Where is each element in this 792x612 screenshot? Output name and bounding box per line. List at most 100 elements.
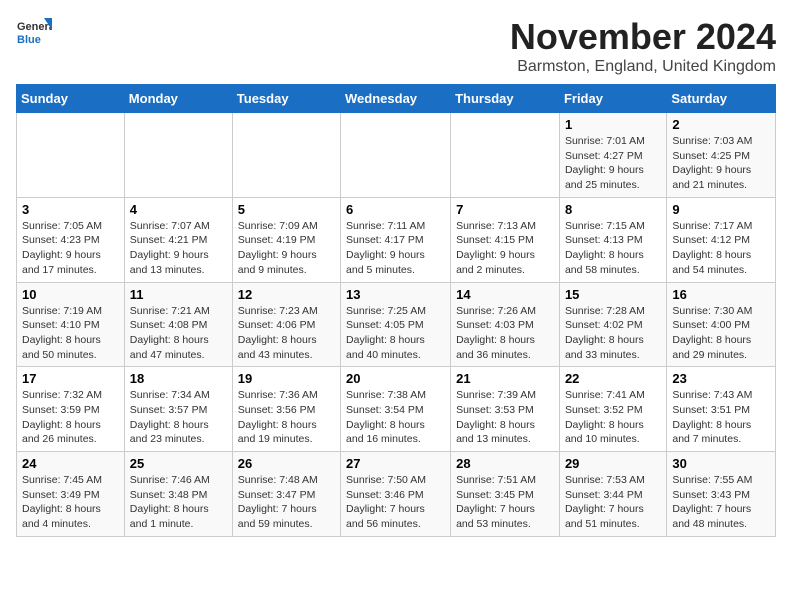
- day-cell: 29 Sunrise: 7:53 AM Sunset: 3:44 PM Dayli…: [559, 452, 666, 537]
- day-info: Sunrise: 7:48 AM Sunset: 3:47 PM Dayligh…: [238, 473, 335, 532]
- day-cell: [124, 113, 232, 198]
- day-number: 28: [456, 456, 554, 471]
- day-cell: 20 Sunrise: 7:38 AM Sunset: 3:54 PM Dayli…: [341, 367, 451, 452]
- day-number: 14: [456, 287, 554, 302]
- day-cell: [17, 113, 125, 198]
- day-info: Sunrise: 7:51 AM Sunset: 3:45 PM Dayligh…: [456, 473, 554, 532]
- day-cell: 7Sunrise: 7:13 AM Sunset: 4:15 PM Daylig…: [451, 197, 560, 282]
- day-info: Sunrise: 7:01 AM Sunset: 4:27 PM Dayligh…: [565, 134, 661, 193]
- day-cell: 15 Sunrise: 7:28 AM Sunset: 4:02 PM Dayli…: [559, 282, 666, 367]
- day-cell: 28 Sunrise: 7:51 AM Sunset: 3:45 PM Dayli…: [451, 452, 560, 537]
- day-cell: 23 Sunrise: 7:43 AM Sunset: 3:51 PM Dayli…: [667, 367, 776, 452]
- day-number: 6: [346, 202, 445, 217]
- day-cell: 14Sunrise: 7:26 AM Sunset: 4:03 PM Dayli…: [451, 282, 560, 367]
- day-number: 13: [346, 287, 445, 302]
- day-number: 25: [130, 456, 227, 471]
- day-cell: 22 Sunrise: 7:41 AM Sunset: 3:52 PM Dayli…: [559, 367, 666, 452]
- day-info: Sunrise: 7:50 AM Sunset: 3:46 PM Dayligh…: [346, 473, 445, 532]
- day-info: Sunrise: 7:41 AM Sunset: 3:52 PM Dayligh…: [565, 388, 661, 447]
- day-info: Sunrise: 7:23 AM Sunset: 4:06 PM Dayligh…: [238, 304, 335, 363]
- day-cell: 30Sunrise: 7:55 AM Sunset: 3:43 PM Dayli…: [667, 452, 776, 537]
- col-header-tuesday: Tuesday: [232, 85, 340, 113]
- day-cell: 9Sunrise: 7:17 AM Sunset: 4:12 PM Daylig…: [667, 197, 776, 282]
- day-info: Sunrise: 7:32 AM Sunset: 3:59 PM Dayligh…: [22, 388, 119, 447]
- day-number: 18: [130, 371, 227, 386]
- week-row-1: 1 Sunrise: 7:01 AM Sunset: 4:27 PM Daylig…: [17, 113, 776, 198]
- day-number: 8: [565, 202, 661, 217]
- day-cell: 1 Sunrise: 7:01 AM Sunset: 4:27 PM Daylig…: [559, 113, 666, 198]
- title-area: November 2024 Barmston, England, United …: [510, 16, 776, 76]
- week-row-4: 17Sunrise: 7:32 AM Sunset: 3:59 PM Dayli…: [17, 367, 776, 452]
- day-info: Sunrise: 7:15 AM Sunset: 4:13 PM Dayligh…: [565, 219, 661, 278]
- week-row-2: 3 Sunrise: 7:05 AM Sunset: 4:23 PM Daylig…: [17, 197, 776, 282]
- day-number: 20: [346, 371, 445, 386]
- logo: General Blue: [16, 16, 52, 52]
- day-number: 22: [565, 371, 661, 386]
- day-number: 5: [238, 202, 335, 217]
- day-info: Sunrise: 7:28 AM Sunset: 4:02 PM Dayligh…: [565, 304, 661, 363]
- day-number: 15: [565, 287, 661, 302]
- day-cell: 12 Sunrise: 7:23 AM Sunset: 4:06 PM Dayli…: [232, 282, 340, 367]
- day-cell: 18 Sunrise: 7:34 AM Sunset: 3:57 PM Dayli…: [124, 367, 232, 452]
- day-number: 4: [130, 202, 227, 217]
- day-info: Sunrise: 7:03 AM Sunset: 4:25 PM Dayligh…: [672, 134, 770, 193]
- day-number: 10: [22, 287, 119, 302]
- day-info: Sunrise: 7:21 AM Sunset: 4:08 PM Dayligh…: [130, 304, 227, 363]
- day-info: Sunrise: 7:36 AM Sunset: 3:56 PM Dayligh…: [238, 388, 335, 447]
- svg-text:General: General: [17, 21, 52, 33]
- day-cell: 17Sunrise: 7:32 AM Sunset: 3:59 PM Dayli…: [17, 367, 125, 452]
- day-info: Sunrise: 7:19 AM Sunset: 4:10 PM Dayligh…: [22, 304, 119, 363]
- day-info: Sunrise: 7:43 AM Sunset: 3:51 PM Dayligh…: [672, 388, 770, 447]
- calendar-table: SundayMondayTuesdayWednesdayThursdayFrid…: [16, 84, 776, 537]
- logo-svg: General Blue: [16, 16, 52, 52]
- header: General Blue November 2024 Barmston, Eng…: [16, 16, 776, 76]
- day-cell: [341, 113, 451, 198]
- week-row-3: 10 Sunrise: 7:19 AM Sunset: 4:10 PM Dayli…: [17, 282, 776, 367]
- day-cell: 8 Sunrise: 7:15 AM Sunset: 4:13 PM Daylig…: [559, 197, 666, 282]
- day-info: Sunrise: 7:55 AM Sunset: 3:43 PM Dayligh…: [672, 473, 770, 532]
- day-cell: 6Sunrise: 7:11 AM Sunset: 4:17 PM Daylig…: [341, 197, 451, 282]
- day-number: 19: [238, 371, 335, 386]
- day-cell: 13 Sunrise: 7:25 AM Sunset: 4:05 PM Dayli…: [341, 282, 451, 367]
- day-number: 12: [238, 287, 335, 302]
- day-cell: 2 Sunrise: 7:03 AM Sunset: 4:25 PM Daylig…: [667, 113, 776, 198]
- day-number: 27: [346, 456, 445, 471]
- day-info: Sunrise: 7:05 AM Sunset: 4:23 PM Dayligh…: [22, 219, 119, 278]
- col-header-monday: Monday: [124, 85, 232, 113]
- col-header-friday: Friday: [559, 85, 666, 113]
- day-cell: [232, 113, 340, 198]
- day-info: Sunrise: 7:46 AM Sunset: 3:48 PM Dayligh…: [130, 473, 227, 532]
- day-cell: 11 Sunrise: 7:21 AM Sunset: 4:08 PM Dayli…: [124, 282, 232, 367]
- col-header-sunday: Sunday: [17, 85, 125, 113]
- day-number: 23: [672, 371, 770, 386]
- day-cell: 5Sunrise: 7:09 AM Sunset: 4:19 PM Daylig…: [232, 197, 340, 282]
- day-cell: 27 Sunrise: 7:50 AM Sunset: 3:46 PM Dayli…: [341, 452, 451, 537]
- day-number: 29: [565, 456, 661, 471]
- location: Barmston, England, United Kingdom: [510, 58, 776, 76]
- day-info: Sunrise: 7:25 AM Sunset: 4:05 PM Dayligh…: [346, 304, 445, 363]
- month-title: November 2024: [510, 16, 776, 58]
- calendar-header-row: SundayMondayTuesdayWednesdayThursdayFrid…: [17, 85, 776, 113]
- day-number: 16: [672, 287, 770, 302]
- day-cell: [451, 113, 560, 198]
- day-number: 26: [238, 456, 335, 471]
- day-cell: 10 Sunrise: 7:19 AM Sunset: 4:10 PM Dayli…: [17, 282, 125, 367]
- day-info: Sunrise: 7:53 AM Sunset: 3:44 PM Dayligh…: [565, 473, 661, 532]
- day-info: Sunrise: 7:13 AM Sunset: 4:15 PM Dayligh…: [456, 219, 554, 278]
- day-cell: 3 Sunrise: 7:05 AM Sunset: 4:23 PM Daylig…: [17, 197, 125, 282]
- day-info: Sunrise: 7:38 AM Sunset: 3:54 PM Dayligh…: [346, 388, 445, 447]
- day-number: 3: [22, 202, 119, 217]
- col-header-wednesday: Wednesday: [341, 85, 451, 113]
- day-number: 21: [456, 371, 554, 386]
- day-info: Sunrise: 7:17 AM Sunset: 4:12 PM Dayligh…: [672, 219, 770, 278]
- day-cell: 4 Sunrise: 7:07 AM Sunset: 4:21 PM Daylig…: [124, 197, 232, 282]
- day-info: Sunrise: 7:45 AM Sunset: 3:49 PM Dayligh…: [22, 473, 119, 532]
- day-number: 2: [672, 117, 770, 132]
- week-row-5: 24Sunrise: 7:45 AM Sunset: 3:49 PM Dayli…: [17, 452, 776, 537]
- day-info: Sunrise: 7:34 AM Sunset: 3:57 PM Dayligh…: [130, 388, 227, 447]
- day-number: 1: [565, 117, 661, 132]
- col-header-saturday: Saturday: [667, 85, 776, 113]
- svg-text:Blue: Blue: [17, 34, 41, 46]
- day-info: Sunrise: 7:07 AM Sunset: 4:21 PM Dayligh…: [130, 219, 227, 278]
- day-number: 11: [130, 287, 227, 302]
